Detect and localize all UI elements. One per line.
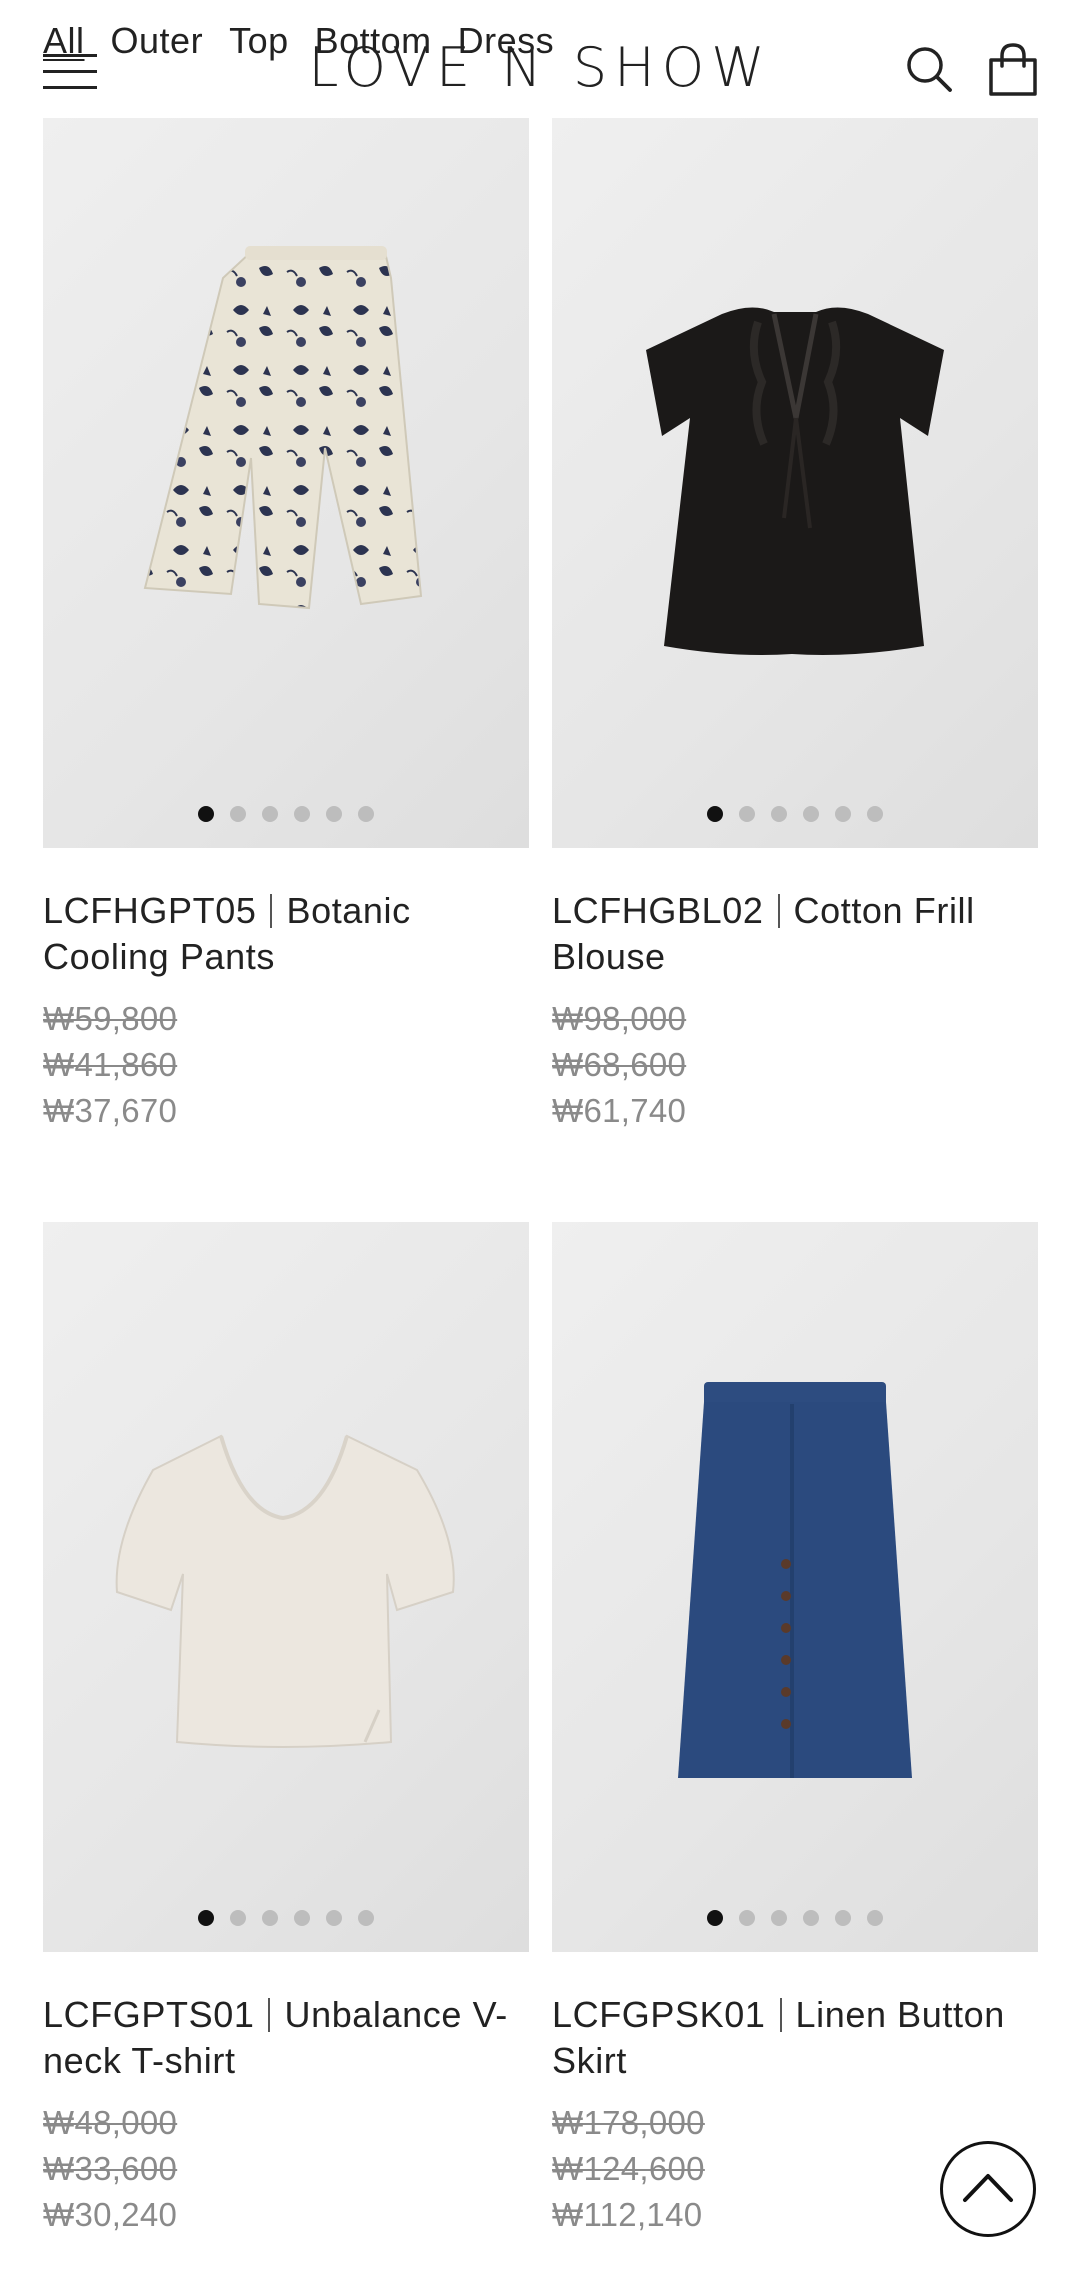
- product-image[interactable]: [552, 1222, 1038, 1952]
- product-title[interactable]: LCFHGPT05 Botanic Cooling Pants: [43, 888, 529, 980]
- title-separator: [268, 1998, 271, 2032]
- tab-outer[interactable]: Outer: [111, 20, 204, 62]
- sale-price: ₩41,860: [43, 1046, 178, 1083]
- original-price: ₩178,000: [552, 2104, 705, 2141]
- carousel-dot[interactable]: [326, 1910, 342, 1926]
- carousel-dot[interactable]: [230, 806, 246, 822]
- product-code: LCFGPSK01: [552, 1994, 766, 2035]
- carousel-dot[interactable]: [198, 806, 214, 822]
- tab-top[interactable]: Top: [229, 20, 289, 62]
- price-block: ₩59,800 ₩41,860 ₩37,670: [43, 996, 529, 1134]
- floral-pants-image: [143, 246, 423, 610]
- cream-tshirt-image: [115, 1434, 455, 1748]
- title-separator: [270, 894, 273, 928]
- original-price: ₩59,800: [43, 1000, 178, 1037]
- denim-skirt-image: [678, 1382, 912, 1778]
- app-header: All Outer Top Bottom Dress LOVE N SHOW: [0, 0, 1080, 118]
- image-carousel-dots: [552, 1910, 1038, 1926]
- product-image[interactable]: [43, 1222, 529, 1952]
- image-carousel-dots: [552, 806, 1038, 822]
- original-price: ₩98,000: [552, 1000, 687, 1037]
- sale-price: ₩68,600: [552, 1046, 687, 1083]
- carousel-dot[interactable]: [358, 1910, 374, 1926]
- product-title[interactable]: LCFGPTS01 Unbalance V-neck T-shirt: [43, 1992, 529, 2084]
- final-price: ₩37,670: [43, 1092, 178, 1129]
- carousel-dot[interactable]: [803, 806, 819, 822]
- final-price: ₩30,240: [43, 2196, 178, 2233]
- product-image[interactable]: [43, 118, 529, 848]
- carousel-dot[interactable]: [771, 806, 787, 822]
- carousel-dot[interactable]: [294, 806, 310, 822]
- search-icon[interactable]: [902, 42, 958, 98]
- carousel-dot[interactable]: [707, 806, 723, 822]
- shopping-bag-icon[interactable]: [985, 42, 1041, 98]
- carousel-dot[interactable]: [867, 806, 883, 822]
- price-block: ₩48,000 ₩33,600 ₩30,240: [43, 2100, 529, 2238]
- carousel-dot[interactable]: [230, 1910, 246, 1926]
- product-card[interactable]: LCFGPSK01 Linen Button Skirt ₩178,000 ₩12…: [552, 1222, 1038, 2238]
- carousel-dot[interactable]: [707, 1910, 723, 1926]
- product-code: LCFHGBL02: [552, 890, 764, 931]
- image-carousel-dots: [43, 1910, 529, 1926]
- product-card[interactable]: LCFGPTS01 Unbalance V-neck T-shirt ₩48,00…: [43, 1222, 529, 2238]
- product-title[interactable]: LCFHGBL02 Cotton Frill Blouse: [552, 888, 1038, 980]
- carousel-dot[interactable]: [262, 806, 278, 822]
- original-price: ₩48,000: [43, 2104, 178, 2141]
- product-image[interactable]: [552, 118, 1038, 848]
- carousel-dot[interactable]: [771, 1910, 787, 1926]
- product-code: LCFGPTS01: [43, 1994, 255, 2035]
- carousel-dot[interactable]: [803, 1910, 819, 1926]
- product-card[interactable]: LCFHGBL02 Cotton Frill Blouse ₩98,000 ₩68…: [552, 118, 1038, 1134]
- carousel-dot[interactable]: [835, 806, 851, 822]
- scroll-to-top-button[interactable]: [940, 2141, 1036, 2237]
- sale-price: ₩33,600: [43, 2150, 178, 2187]
- carousel-dot[interactable]: [198, 1910, 214, 1926]
- title-separator: [777, 894, 780, 928]
- black-blouse-image: [646, 307, 944, 655]
- carousel-dot[interactable]: [262, 1910, 278, 1926]
- chevron-up-icon: [963, 2174, 1013, 2202]
- title-separator: [779, 1998, 782, 2032]
- hamburger-menu-icon[interactable]: [43, 54, 97, 90]
- product-code: LCFHGPT05: [43, 890, 257, 931]
- carousel-dot[interactable]: [358, 806, 374, 822]
- final-price: ₩61,740: [552, 1092, 687, 1129]
- carousel-dot[interactable]: [739, 1910, 755, 1926]
- carousel-dot[interactable]: [326, 806, 342, 822]
- product-title[interactable]: LCFGPSK01 Linen Button Skirt: [552, 1992, 1038, 2084]
- product-card[interactable]: LCFHGPT05 Botanic Cooling Pants ₩59,800 ₩…: [43, 118, 529, 1134]
- carousel-dot[interactable]: [739, 806, 755, 822]
- carousel-dot[interactable]: [294, 1910, 310, 1926]
- price-block: ₩98,000 ₩68,600 ₩61,740: [552, 996, 1038, 1134]
- image-carousel-dots: [43, 806, 529, 822]
- carousel-dot[interactable]: [835, 1910, 851, 1926]
- carousel-dot[interactable]: [867, 1910, 883, 1926]
- brand-logo[interactable]: LOVE N SHOW: [300, 34, 780, 102]
